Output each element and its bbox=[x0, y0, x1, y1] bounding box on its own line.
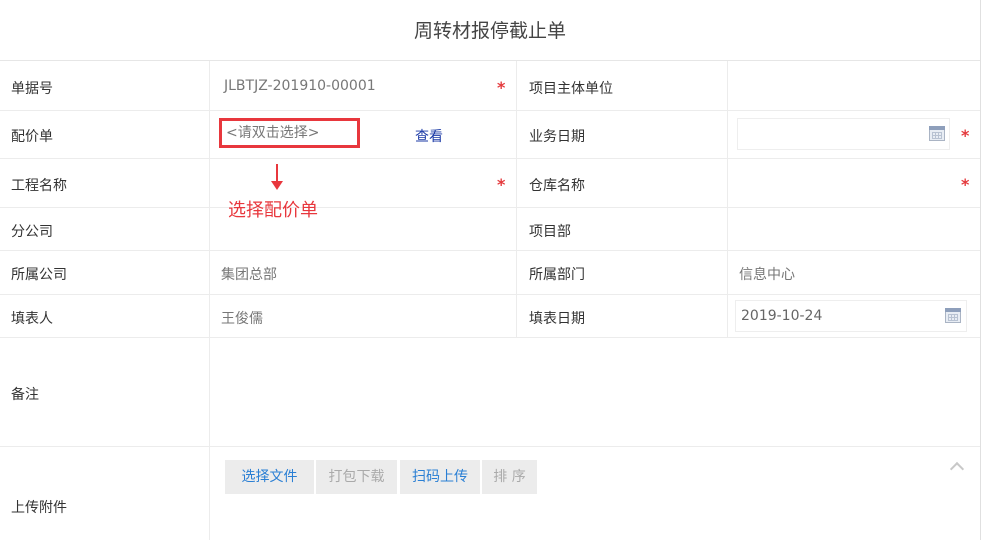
scan-upload-button[interactable]: 扫码上传 bbox=[400, 460, 480, 494]
sort-button[interactable]: 排 序 bbox=[482, 460, 537, 494]
annotation-arrow bbox=[276, 164, 278, 182]
project-unit-label: 项目主体单位 bbox=[529, 81, 613, 97]
calendar-icon[interactable] bbox=[945, 308, 961, 323]
remark-label: 备注 bbox=[11, 387, 39, 403]
project-name-required-mark: * bbox=[497, 175, 506, 194]
row-divider bbox=[0, 446, 980, 447]
filler-value: 王俊儒 bbox=[221, 311, 263, 327]
warehouse-required-mark: * bbox=[961, 175, 970, 194]
company-label: 所属公司 bbox=[11, 267, 67, 283]
branch-label: 分公司 bbox=[11, 224, 53, 240]
fill-date-value: 2019-10-24 bbox=[741, 308, 823, 324]
select-file-button[interactable]: 选择文件 bbox=[225, 460, 314, 494]
business-date-input[interactable] bbox=[737, 118, 950, 150]
column-divider bbox=[209, 61, 210, 540]
remark-textarea[interactable] bbox=[210, 338, 980, 446]
row-divider bbox=[0, 110, 980, 111]
project-unit-field[interactable] bbox=[728, 62, 980, 110]
department-value: 信息中心 bbox=[739, 267, 795, 283]
chevron-up-icon[interactable] bbox=[949, 461, 965, 477]
doc-no-label: 单据号 bbox=[11, 81, 53, 97]
view-price-list-link[interactable]: 查看 bbox=[415, 126, 443, 146]
fill-date-label: 填表日期 bbox=[529, 311, 585, 327]
row-divider bbox=[0, 250, 980, 251]
project-dept-label: 项目部 bbox=[529, 224, 571, 240]
business-date-label: 业务日期 bbox=[529, 129, 585, 145]
doc-no-required-mark: * bbox=[497, 78, 506, 97]
annotation-arrow-head bbox=[271, 181, 283, 190]
price-list-select-field[interactable]: <请双击选择> bbox=[219, 118, 360, 148]
row-divider bbox=[0, 294, 980, 295]
warehouse-label: 仓库名称 bbox=[529, 178, 585, 194]
warehouse-field[interactable] bbox=[728, 159, 980, 207]
business-date-required-mark: * bbox=[961, 126, 970, 145]
calendar-icon[interactable] bbox=[929, 126, 945, 141]
price-list-label: 配价单 bbox=[11, 129, 53, 145]
department-label: 所属部门 bbox=[529, 267, 585, 283]
pack-download-button[interactable]: 打包下载 bbox=[316, 460, 397, 494]
right-border bbox=[980, 0, 981, 540]
project-name-label: 工程名称 bbox=[11, 178, 67, 194]
project-dept-field[interactable] bbox=[728, 208, 980, 250]
doc-no-value: JLBTJZ-201910-00001 bbox=[224, 78, 376, 94]
fill-date-input[interactable]: 2019-10-24 bbox=[735, 300, 967, 332]
company-value: 集团总部 bbox=[221, 267, 277, 283]
page-title: 周转材报停截止单 bbox=[0, 0, 980, 61]
annotation-text: 选择配价单 bbox=[228, 200, 318, 221]
attachment-label: 上传附件 bbox=[11, 500, 67, 516]
column-divider bbox=[516, 61, 517, 337]
filler-label: 填表人 bbox=[11, 311, 53, 327]
